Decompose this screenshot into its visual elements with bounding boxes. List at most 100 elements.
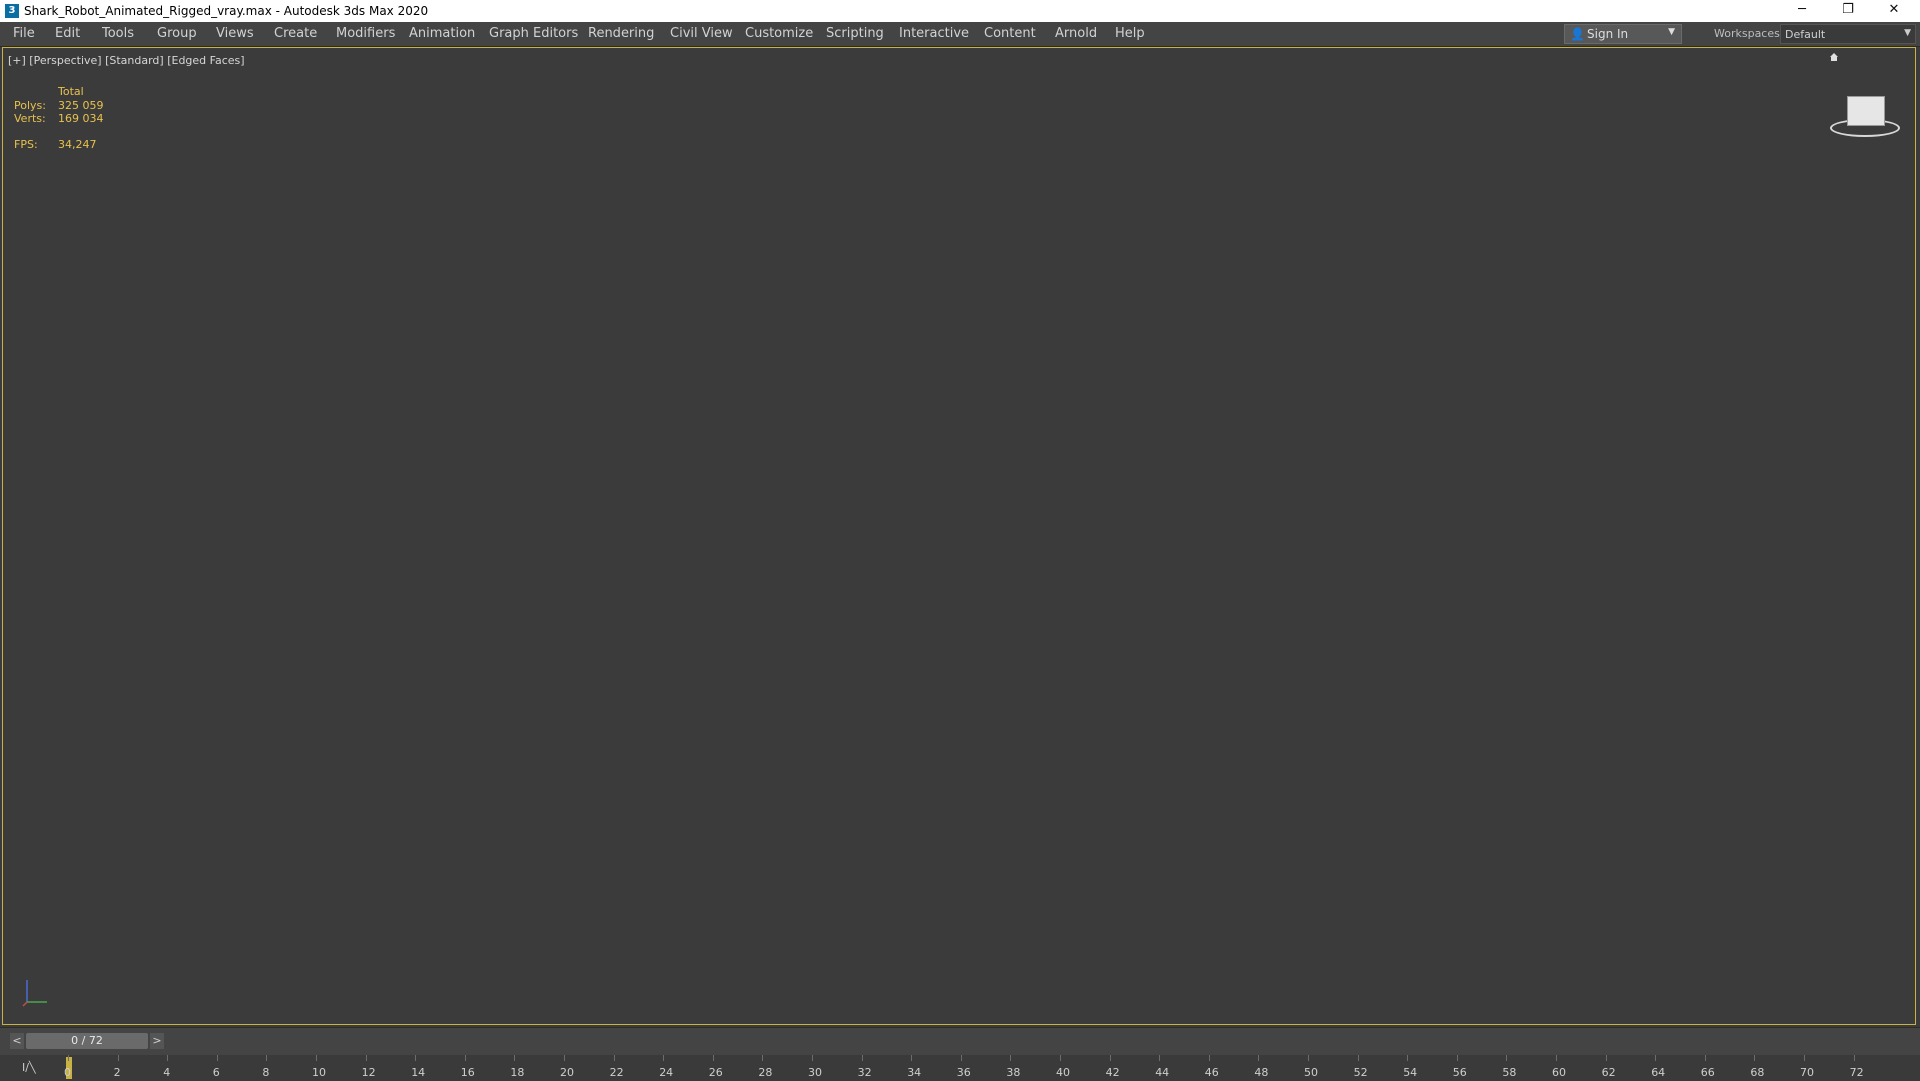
timeline-tick-label: 28 [758,1066,773,1079]
sign-in-label: Sign In [1587,27,1629,41]
timeline-tick [266,1055,268,1061]
timeline-tick-label: 14 [411,1066,426,1079]
timeline-tick-label: 44 [1155,1066,1170,1079]
workspace-value: Default [1785,28,1826,41]
menu-animation[interactable]: Animation [409,26,475,41]
timeline-tick [514,1055,516,1061]
timeline-tick [712,1055,714,1061]
timeline-tick [365,1055,367,1061]
timeline-tick-label: 24 [659,1066,674,1079]
timeline-tick [1456,1055,1458,1061]
viewport-label-menu[interactable]: [+] [Perspective] [Standard] [Edged Face… [8,54,245,67]
timeline-tick-label: 60 [1552,1066,1566,1079]
minimize-button[interactable]: ─ [1779,0,1825,22]
menu-interactive[interactable]: Interactive [899,26,969,41]
timeline-tick-label: 20 [560,1066,574,1079]
timeline-tick [1804,1055,1805,1061]
menu-content[interactable]: Content [984,26,1036,41]
timeline-tick-label: 64 [1651,1066,1666,1079]
title-bar: 3 Shark_Robot_Animated_Rigged_vray.max -… [0,0,1920,22]
timeline-tick-label: 52 [1353,1066,1368,1079]
timeline-tick-label: 58 [1502,1066,1517,1079]
timeline-tick-label: 70 [1800,1066,1814,1079]
menu-create[interactable]: Create [274,26,317,41]
chevron-down-icon: ▼ [1904,28,1911,38]
viewcube[interactable] [1826,85,1902,161]
timeline-track[interactable]: Ⅰ∕╲ 0 2 4 6 8 10 12 14 16 18 20 22 24 26 28 30 32 34 36 38 4… [0,1055,1920,1081]
fps-label: FPS: [14,138,38,151]
timeline-tick-label: 54 [1403,1066,1418,1079]
chevron-down-icon: ▼ [1668,27,1675,37]
timeline-tick [415,1055,417,1061]
timeline-tick [1109,1055,1111,1061]
timeline-tick [117,1055,119,1061]
window-title: Shark_Robot_Animated_Rigged_vray.max - A… [24,4,429,18]
menu-scripting[interactable]: Scripting [826,26,884,41]
frame-display: 0 / 72 [71,1034,103,1047]
timeline-tick [1308,1055,1309,1061]
timeline-tick [68,1055,69,1061]
close-button[interactable]: ✕ [1871,0,1917,22]
timeline-tick-label: 40 [1056,1066,1070,1079]
menu-modifiers[interactable]: Modifiers [336,26,395,41]
menu-rendering[interactable]: Rendering [588,26,654,41]
timeline-tick [1208,1055,1210,1061]
home-icon[interactable] [1829,52,1839,62]
menu-civil-view[interactable]: Civil View [670,26,733,41]
timeline-tick [167,1055,169,1061]
menu-customize[interactable]: Customize [745,26,813,41]
workspace-select[interactable]: Default ▼ [1780,24,1916,44]
sign-in-dropdown[interactable]: 👤 Sign In ▼ [1564,24,1682,44]
timeline-tick [663,1055,665,1061]
timeline-tick-label: 46 [1204,1066,1219,1079]
timeline-tick [911,1055,913,1061]
timeline-tick-label: 26 [708,1066,723,1079]
previous-frame-button[interactable]: < [10,1033,24,1049]
timeline-tick [1605,1055,1607,1061]
timeline-tick [216,1055,218,1061]
timeline-tick-label: 4 [163,1066,171,1079]
timeline-tick [1258,1055,1260,1061]
timeline-tick-label: 22 [609,1066,624,1079]
timeline-tick [1357,1055,1359,1061]
timeline-tick-label: 16 [460,1066,475,1079]
menu-tools[interactable]: Tools [102,26,134,41]
timeline-tick-label: 50 [1304,1066,1318,1079]
menu-edit[interactable]: Edit [55,26,80,41]
workspaces-label: Workspaces: [1714,27,1784,40]
menu-arnold[interactable]: Arnold [1055,26,1097,41]
restore-button[interactable]: ❐ [1825,0,1871,22]
menu-graph-editors[interactable]: Graph Editors [489,26,578,41]
menu-views[interactable]: Views [216,26,254,41]
timeline-tick-label: 32 [857,1066,872,1079]
timeline-tick-label: 8 [262,1066,270,1079]
timeline-tick [316,1055,317,1061]
fps-value: 34,247 [58,138,97,151]
timeline-tick [1159,1055,1161,1061]
stats-header: Total [58,85,84,98]
timeline-tick [960,1055,962,1061]
verts-value: 169 034 [58,112,104,125]
menu-file[interactable]: File [13,26,35,41]
viewcube-face[interactable] [1847,96,1885,126]
timeline-tick-label: 42 [1105,1066,1120,1079]
perspective-viewport[interactable]: [+] [Perspective] [Standard] [Edged Face… [2,47,1916,1025]
timeline-tick-label: 30 [808,1066,822,1079]
timeline-tick [464,1055,466,1061]
menu-group[interactable]: Group [157,26,197,41]
time-slider[interactable]: 0 / 72 [26,1033,148,1049]
menu-help[interactable]: Help [1115,26,1145,41]
timeline-tick [1556,1055,1557,1061]
timeline-tick [1853,1055,1855,1061]
timeline-tick-label: 0 [64,1066,71,1079]
timeline-tick-label: 72 [1849,1066,1864,1079]
timeline-tick [762,1055,764,1061]
timeline-tick-label: 10 [312,1066,326,1079]
next-frame-button[interactable]: > [150,1033,164,1049]
timeline-tick [812,1055,813,1061]
app-3dsmax-icon[interactable]: 3 [5,4,19,18]
timeline-tick [613,1055,615,1061]
curve-editor-toggle-icon[interactable]: Ⅰ∕╲ [22,1061,36,1074]
timeline-tick [1506,1055,1508,1061]
timeline-tick-label: 68 [1750,1066,1765,1079]
